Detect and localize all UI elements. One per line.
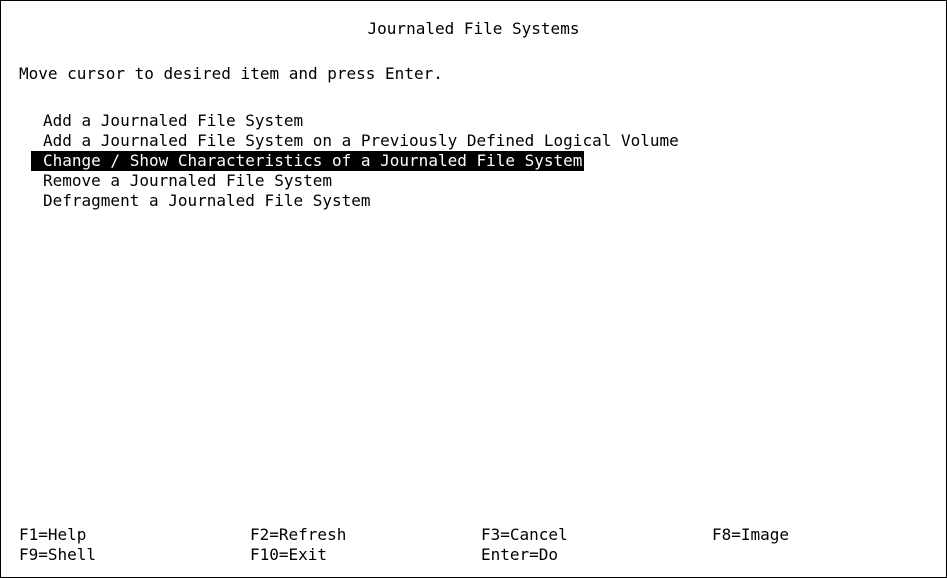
f10-exit-key[interactable]: F10=Exit xyxy=(250,545,481,565)
f1-help-key[interactable]: F1=Help xyxy=(19,525,250,545)
f3-cancel-key[interactable]: F3=Cancel xyxy=(481,525,712,545)
f8-image-key[interactable]: F8=Image xyxy=(712,525,943,545)
menu-item-defragment-jfs[interactable]: Defragment a Journaled File System xyxy=(31,191,373,211)
f9-shell-key[interactable]: F9=Shell xyxy=(19,545,250,565)
instructions-text: Move cursor to desired item and press En… xyxy=(19,64,443,83)
enter-do-key[interactable]: Enter=Do xyxy=(481,545,712,565)
screen-title: Journaled File Systems xyxy=(367,19,580,38)
menu-list: Add a Journaled File System Add a Journa… xyxy=(31,111,681,211)
terminal-window: Journaled File Systems Move cursor to de… xyxy=(0,0,947,578)
menu-item-remove-jfs[interactable]: Remove a Journaled File System xyxy=(31,171,334,191)
menu-item-change-show-jfs[interactable]: Change / Show Characteristics of a Journ… xyxy=(31,151,585,171)
menu-item-add-jfs-on-lv[interactable]: Add a Journaled File System on a Previou… xyxy=(31,131,681,151)
menu-item-add-jfs[interactable]: Add a Journaled File System xyxy=(31,111,305,131)
function-key-bar: F1=Help F2=Refresh F3=Cancel F8=Image F9… xyxy=(19,525,943,565)
f2-refresh-key[interactable]: F2=Refresh xyxy=(250,525,481,545)
